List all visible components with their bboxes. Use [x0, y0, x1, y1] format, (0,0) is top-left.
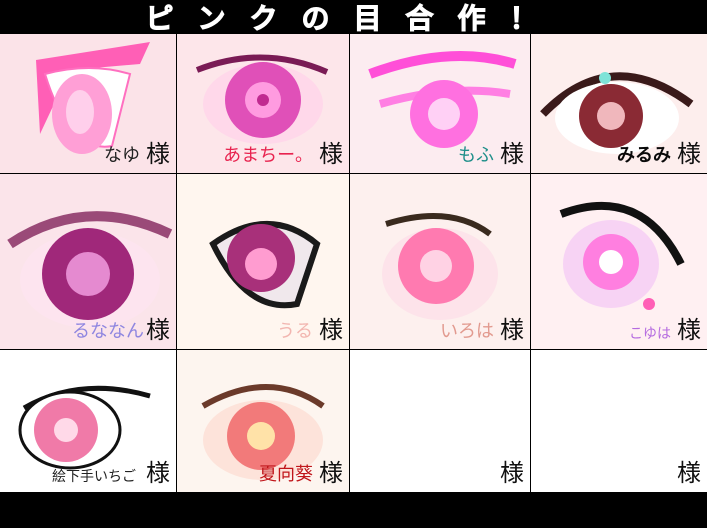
artist-name: あまちー。 [223, 145, 313, 166]
artist-name: うる [277, 321, 313, 342]
artist-name: 夏向葵 [259, 464, 313, 485]
grid-cell: いろは 様 [350, 174, 530, 349]
grid-cell: なゆ 様 [0, 34, 176, 173]
bottom-bar [0, 492, 707, 528]
artist-name: なゆ [104, 145, 140, 166]
title-bar: ピンクの目合作！ [0, 0, 707, 36]
honorific-label: 様 [319, 316, 343, 344]
honorific-label: 様 [319, 140, 343, 168]
grid-cell: みるみ 様 [531, 34, 707, 173]
grid-cell: 様 [350, 350, 530, 492]
honorific-label: 様 [500, 459, 524, 487]
honorific-label: 様 [146, 459, 170, 487]
grid-cell: 様 [531, 350, 707, 492]
grid-cell: 夏向葵 様 [177, 350, 349, 492]
page-title: ピンクの目合作！ [145, 2, 562, 36]
honorific-label: 様 [677, 140, 701, 168]
grid-cell: 絵下手いちご 様 [0, 350, 176, 492]
collab-grid: なゆ 様 あまちー。 様 もふ 様 みるみ 様 るななん 様 うる 様 いろは … [0, 34, 707, 492]
artist-name: いろは [440, 321, 494, 342]
grid-cell: うる 様 [177, 174, 349, 349]
artist-name: こゆは [629, 326, 671, 342]
artist-name: もふ [458, 145, 494, 166]
grid-cell: るななん 様 [0, 174, 176, 349]
honorific-label: 様 [146, 140, 170, 168]
artist-name: みるみ [617, 145, 671, 166]
honorific-label: 様 [677, 316, 701, 344]
grid-cell: こゆは 様 [531, 174, 707, 349]
honorific-label: 様 [500, 316, 524, 344]
artist-name: るななん [72, 321, 144, 342]
artist-name: 絵下手いちご [52, 469, 136, 485]
honorific-label: 様 [677, 459, 701, 487]
collab-canvas: ピンクの目合作！ なゆ 様 あまちー。 様 もふ 様 みるみ 様 るななん 様 … [0, 0, 707, 528]
grid-cell: あまちー。 様 [177, 34, 349, 173]
honorific-label: 様 [319, 459, 343, 487]
grid-cell: もふ 様 [350, 34, 530, 173]
honorific-label: 様 [500, 140, 524, 168]
honorific-label: 様 [146, 316, 170, 344]
